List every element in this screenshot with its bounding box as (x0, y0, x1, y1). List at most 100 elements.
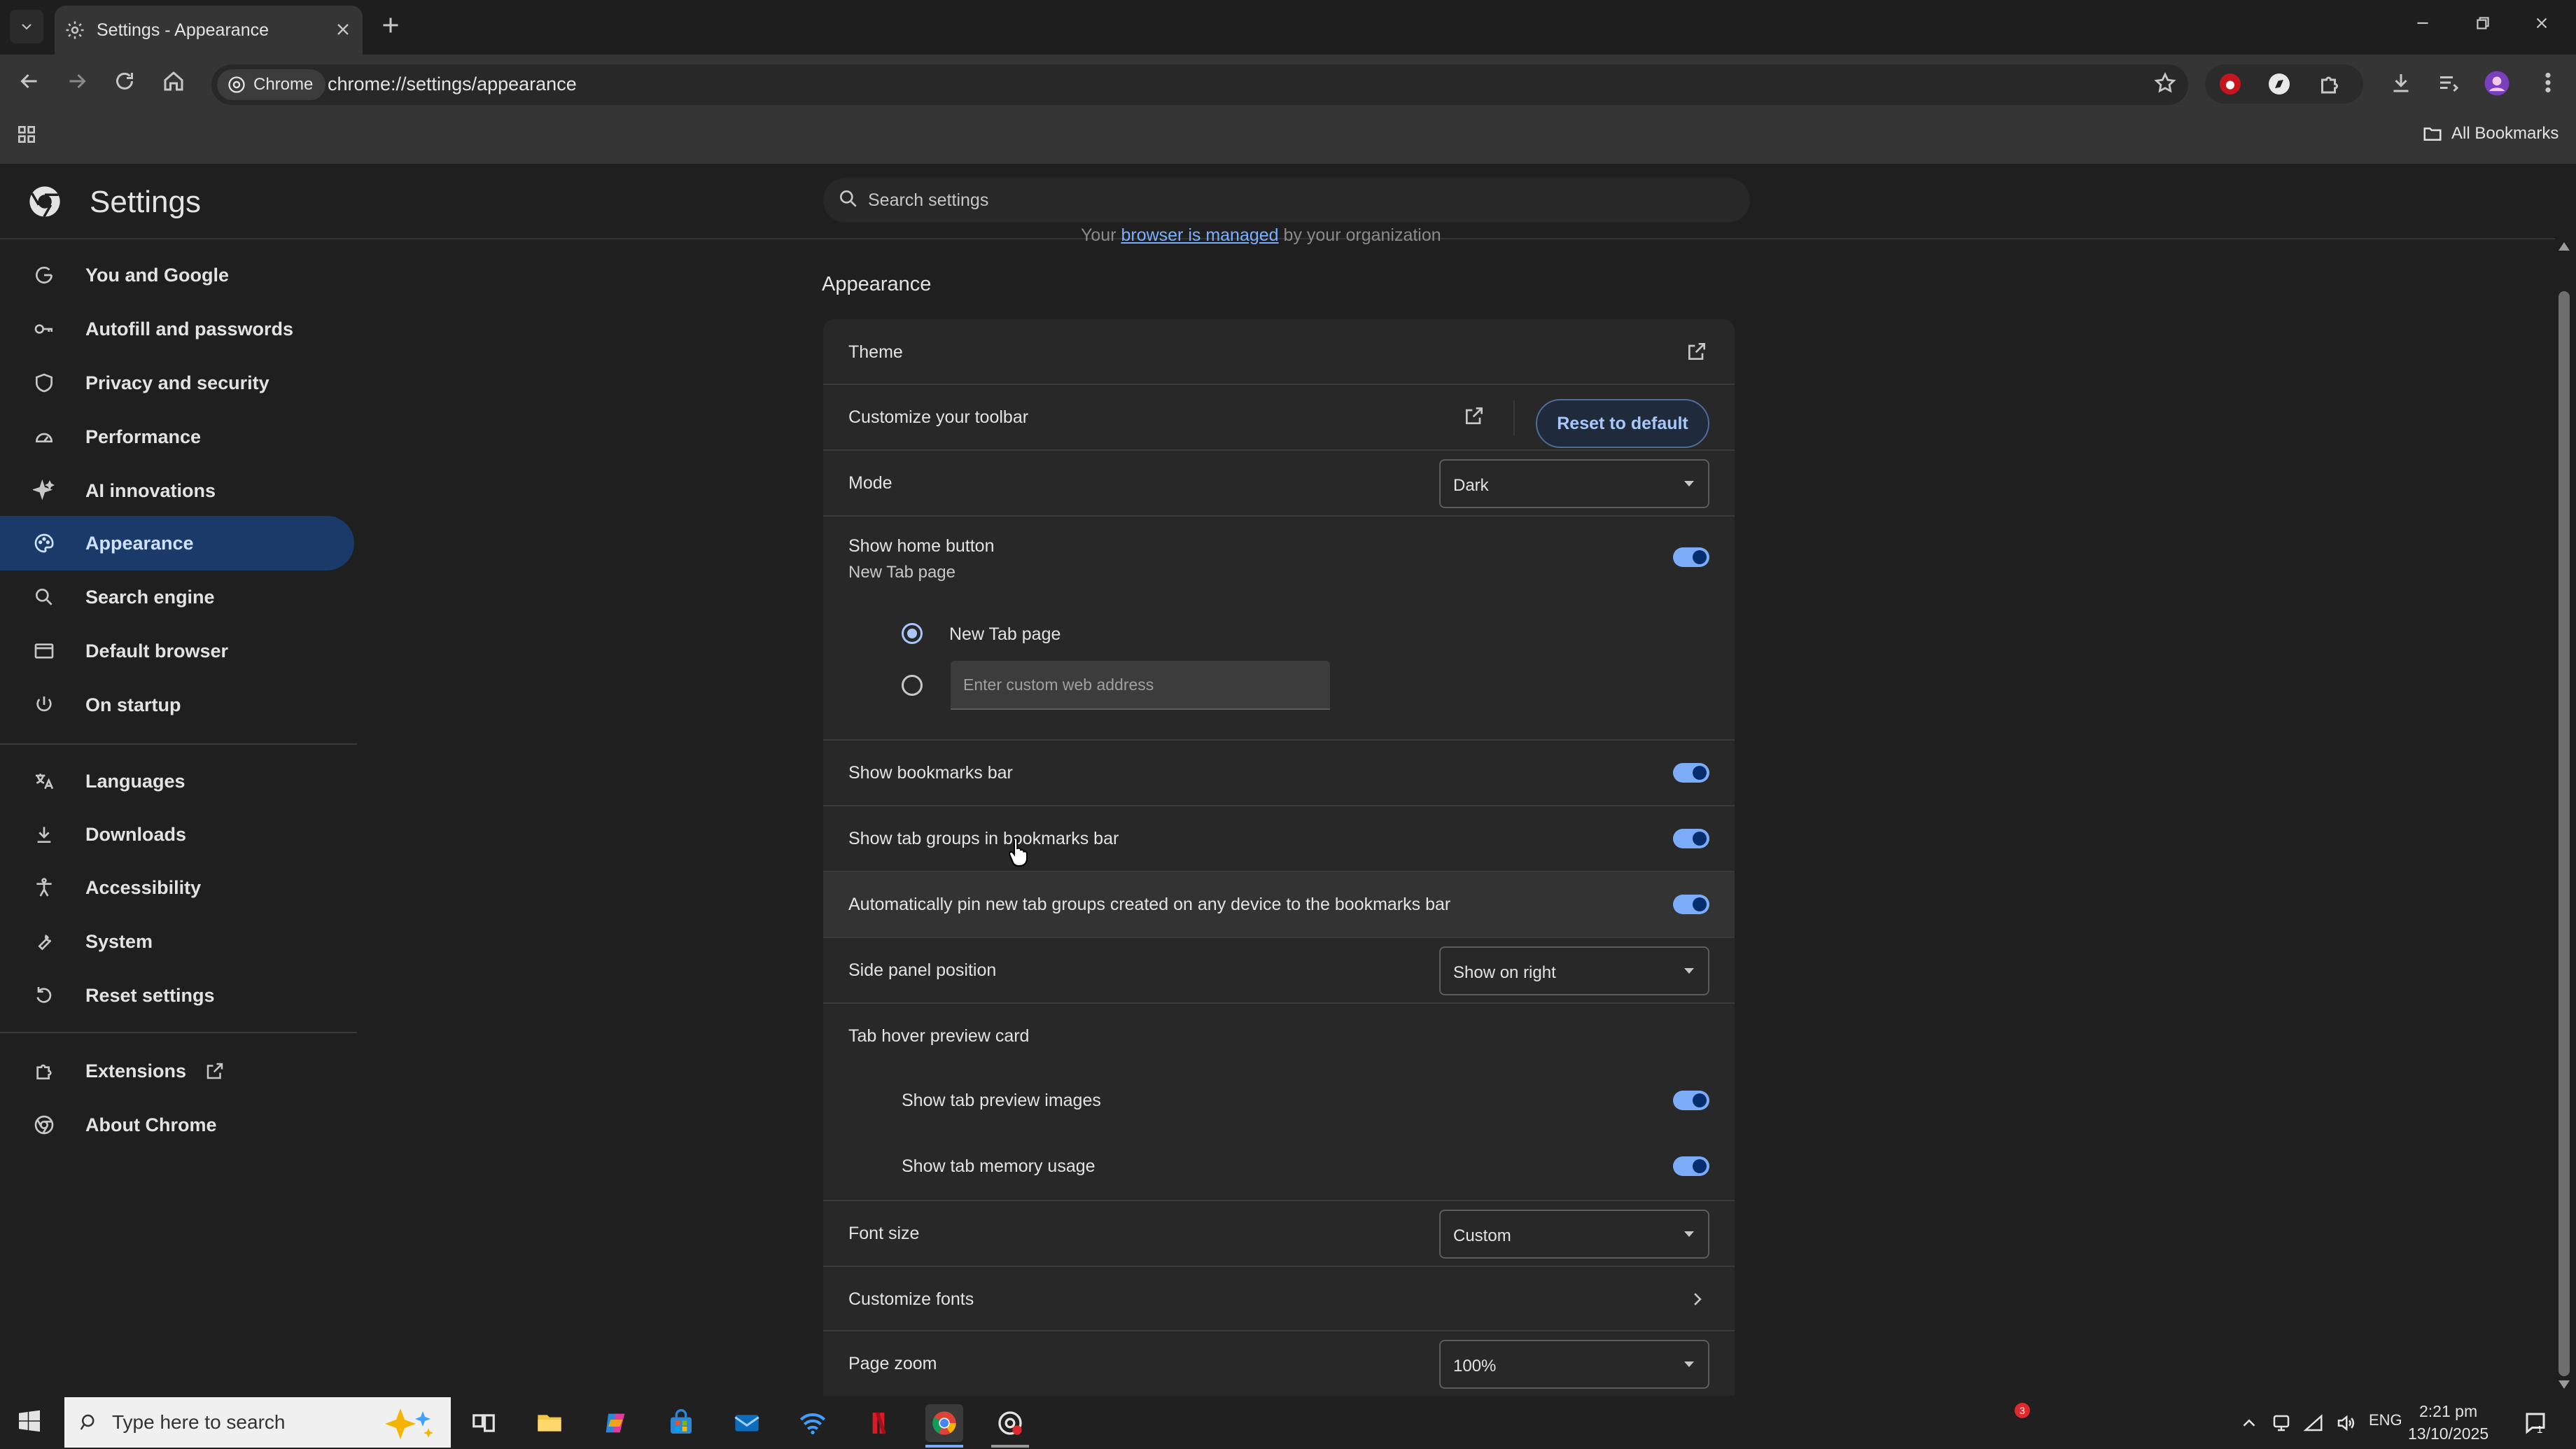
settings-gear-icon (64, 20, 85, 41)
auto-pin-row[interactable]: Automatically pin new tab groups created… (823, 872, 1735, 938)
forward-icon[interactable] (64, 69, 90, 94)
taskbar-search-box[interactable]: Type here to search (64, 1397, 451, 1448)
nav-on-startup[interactable]: On startup (0, 678, 354, 732)
nav-label: Default browser (85, 640, 229, 662)
new-tab-button[interactable] (378, 13, 403, 38)
action-center-icon[interactable] (2523, 1410, 2548, 1435)
font-size-select[interactable]: Custom (1439, 1210, 1709, 1259)
notification-badge[interactable]: 3 (2015, 1403, 2030, 1418)
bookmark-star-icon[interactable] (2153, 71, 2177, 95)
mail-icon[interactable] (728, 1404, 766, 1442)
window-close-icon[interactable] (2533, 14, 2551, 32)
nav-ai-innovations[interactable]: AI innovations (0, 463, 354, 518)
key-icon (32, 317, 56, 341)
bookmarks-bar-row[interactable]: Show bookmarks bar (823, 741, 1735, 806)
extension-compass-icon[interactable] (2267, 71, 2292, 97)
scroll-down-arrow-icon[interactable] (2558, 1380, 2570, 1389)
radio-custom-address[interactable] (902, 675, 923, 696)
file-explorer-icon[interactable] (531, 1404, 568, 1442)
nav-system[interactable]: System (0, 914, 354, 969)
menu-kebab-icon[interactable] (2535, 70, 2561, 95)
managed-browser-note: Your browser is managed by your organiza… (1081, 225, 1441, 246)
nav-accessibility[interactable]: Accessibility (0, 860, 354, 915)
clock[interactable]: 2:21 pm 13/10/2025 (2408, 1400, 2488, 1445)
task-view-icon[interactable] (465, 1404, 503, 1442)
customize-toolbar-row[interactable]: Customize your toolbar Reset to default (823, 385, 1735, 451)
chevron-up-icon[interactable] (2239, 1413, 2260, 1434)
nav-label: Autofill and passwords (85, 318, 294, 340)
nav-reset-settings[interactable]: Reset settings (0, 968, 354, 1023)
chevron-down-icon (1684, 481, 1694, 486)
reading-list-icon[interactable] (2436, 70, 2461, 95)
tab-close-icon[interactable] (333, 20, 353, 39)
customize-fonts-row[interactable]: Customize fonts (823, 1267, 1735, 1331)
network-app-icon[interactable] (794, 1404, 832, 1442)
nav-search-engine[interactable]: Search engine (0, 570, 354, 624)
red-app-icon[interactable] (860, 1404, 897, 1442)
home-icon[interactable] (161, 69, 186, 94)
nav-downloads[interactable]: Downloads (0, 807, 354, 862)
reset-to-default-button[interactable]: Reset to default (1536, 399, 1709, 448)
nav-default-browser[interactable]: Default browser (0, 624, 354, 678)
page-zoom-select[interactable]: 100% (1439, 1340, 1709, 1389)
nav-extensions[interactable]: Extensions (0, 1044, 354, 1098)
external-link-icon[interactable] (1686, 340, 1708, 363)
apps-grid-icon[interactable] (15, 123, 38, 146)
custom-web-address-input[interactable] (951, 661, 1330, 710)
mode-select[interactable]: Dark (1439, 459, 1709, 508)
bookmarks-bar-toggle[interactable] (1673, 763, 1709, 783)
nav-label: AI innovations (85, 479, 216, 501)
search-settings-placeholder[interactable]: Search settings (868, 190, 988, 211)
nav-label: Languages (85, 770, 186, 792)
extensions-puzzle-icon[interactable] (2317, 71, 2342, 97)
side-panel-select[interactable]: Show on right (1439, 946, 1709, 995)
meet-now-icon[interactable] (2271, 1413, 2292, 1434)
scrollbar-thumb[interactable] (2558, 291, 2570, 1376)
tab-groups-toggle[interactable] (1673, 829, 1709, 848)
all-bookmarks-button[interactable]: All Bookmarks (2422, 123, 2558, 144)
tab-memory-usage-toggle[interactable] (1673, 1156, 1709, 1176)
scroll-up-arrow-icon[interactable] (2558, 242, 2570, 251)
clock-date: 13/10/2025 (2408, 1424, 2489, 1443)
nav-appearance[interactable]: Appearance (0, 516, 354, 570)
nav-divider (0, 743, 357, 745)
home-button-toggle[interactable] (1673, 547, 1709, 567)
tab-preview-images-toggle[interactable] (1673, 1091, 1709, 1110)
site-info-chip[interactable]: Chrome (217, 69, 326, 100)
downloads-icon[interactable] (2388, 70, 2414, 95)
nav-languages[interactable]: Languages (0, 754, 354, 808)
nav-performance[interactable]: Performance (0, 410, 354, 464)
nav-privacy-and-security[interactable]: Privacy and security (0, 356, 354, 410)
back-icon[interactable] (17, 69, 42, 94)
reset-icon (32, 983, 56, 1007)
tab-preview-images-label: Show tab preview images (902, 1091, 1101, 1110)
nav-about-chrome[interactable]: About Chrome (0, 1098, 354, 1152)
auto-pin-toggle[interactable] (1673, 895, 1709, 914)
chrome-settings-taskbar-icon[interactable] (991, 1404, 1029, 1442)
copilot-icon[interactable] (596, 1404, 634, 1442)
microsoft-store-icon[interactable] (662, 1404, 700, 1442)
active-tab[interactable]: Settings - Appearance (55, 6, 363, 55)
input-language[interactable]: ENG (2369, 1411, 2402, 1429)
hand-cursor-icon (1008, 836, 1032, 867)
managed-note-prefix: Your (1081, 225, 1121, 245)
tab-search-button[interactable] (10, 10, 43, 43)
url-text[interactable]: chrome://settings/appearance (328, 74, 577, 95)
wifi-icon[interactable] (2303, 1413, 2324, 1434)
volume-icon[interactable] (2335, 1413, 2356, 1434)
managed-link[interactable]: browser is managed (1121, 225, 1278, 245)
profile-avatar[interactable] (2484, 70, 2510, 97)
restore-icon[interactable] (2474, 14, 2492, 32)
chrome-taskbar-icon[interactable] (925, 1404, 963, 1442)
theme-row[interactable]: Theme (823, 319, 1735, 385)
external-link-icon[interactable] (1463, 405, 1485, 427)
tab-groups-row[interactable]: Show tab groups in bookmarks bar (823, 806, 1735, 872)
reload-icon[interactable] (112, 69, 137, 94)
nav-autofill-and-passwords[interactable]: Autofill and passwords (0, 302, 354, 356)
extension-red-icon[interactable] (2218, 71, 2243, 97)
home-button-sublabel: New Tab page (848, 563, 955, 582)
minimize-icon[interactable] (2414, 14, 2432, 32)
radio-new-tab-page[interactable] (902, 623, 923, 644)
nav-you-and-google[interactable]: You and Google (0, 248, 354, 302)
windows-start-icon[interactable] (17, 1408, 42, 1434)
